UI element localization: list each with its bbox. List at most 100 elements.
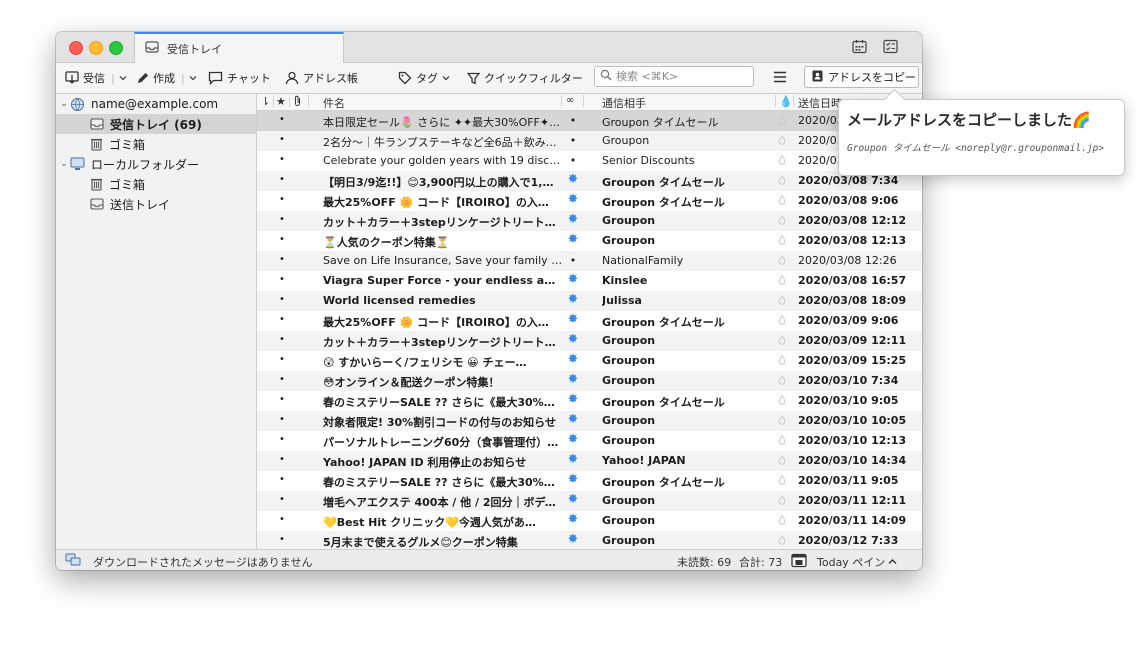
unread-star-icon[interactable]: ✸	[565, 472, 581, 487]
unread-star-icon[interactable]: ✸	[565, 432, 581, 447]
table-row[interactable]: • 😲 すかいらーく/フェリシモ 😀 チェー… ✸ Groupon 2020/03/09…	[257, 351, 922, 371]
junk-status-icon[interactable]	[778, 435, 786, 448]
calendar-icon[interactable]	[852, 39, 867, 57]
read-dot-icon[interactable]: •	[565, 254, 581, 267]
table-row[interactable]: • 💛Best Hit クリニック💛今週人気があ… ✸ Groupon 2020/03/…	[257, 511, 922, 531]
table-row[interactable]: • 対象者限定! 30%割引コードの付与のお知らせ ✸ Groupon 2020/03/…	[257, 411, 922, 431]
table-row[interactable]: • 春のミステリーSALE ?? さらに《最大30%O… ✸ Groupon タイムセ…	[257, 471, 922, 491]
unread-star-icon[interactable]: ✸	[565, 212, 581, 227]
table-row[interactable]: • ⏳人気のクーポン特集⏳ ✸ Groupon 2020/03/08 12:13	[257, 231, 922, 251]
folder-sent[interactable]: 送信トレイ	[56, 194, 256, 214]
junk-status-icon[interactable]	[778, 495, 786, 508]
junk-status-icon[interactable]	[778, 535, 786, 548]
read-dot-icon[interactable]: •	[565, 114, 581, 127]
junk-status-icon[interactable]	[778, 275, 786, 288]
table-row[interactable]: • Viagra Super Force - your endless abili…	[257, 271, 922, 291]
read-status-dot[interactable]: •	[279, 254, 285, 265]
minimize-window-button[interactable]	[89, 41, 103, 55]
junk-status-icon[interactable]	[778, 455, 786, 468]
table-row[interactable]: • 2名分〜｜牛ランプステーキなど全6品＋飲み… • Groupon 2020/03/0…	[257, 131, 922, 151]
unread-star-icon[interactable]: ✸	[565, 392, 581, 407]
read-status-dot[interactable]: •	[279, 114, 285, 125]
attachment-column-icon[interactable]	[293, 95, 302, 110]
local-folders-item[interactable]: ⌄ ローカルフォルダー	[56, 154, 256, 174]
junk-status-icon[interactable]	[778, 175, 786, 188]
read-status-dot[interactable]: •	[279, 194, 285, 205]
junk-status-icon[interactable]	[778, 315, 786, 328]
table-row[interactable]: • 春のミステリーSALE ?? さらに《最大30%O… ✸ Groupon タイムセ…	[257, 391, 922, 411]
read-status-dot[interactable]: •	[279, 374, 285, 385]
read-status-dot[interactable]: •	[279, 294, 285, 305]
table-row[interactable]: • カット＋カラー＋3stepリンケージトリート… ✸ Groupon 2020/03/…	[257, 331, 922, 351]
table-row[interactable]: • 😳オンライン＆配送クーポン特集！ ✸ Groupon 2020/03/10 7:34	[257, 371, 922, 391]
folder-inbox[interactable]: 受信トレイ (69)	[56, 114, 256, 134]
read-status-dot[interactable]: •	[279, 514, 285, 525]
subject-column-header[interactable]: 件名	[323, 95, 345, 111]
get-messages-button[interactable]: 受信 |	[65, 69, 127, 87]
read-status-dot[interactable]: •	[279, 334, 285, 345]
today-pane-toggle[interactable]: Today ペイン	[817, 554, 885, 570]
junk-status-icon[interactable]	[778, 395, 786, 408]
unread-star-icon[interactable]: ✸	[565, 272, 581, 287]
table-row[interactable]: • 5月末まで使えるグルメ😊クーポン特集 ✸ Groupon 2020/03/12 7:…	[257, 531, 922, 549]
folder-local-trash[interactable]: ゴミ箱	[56, 174, 256, 194]
unread-star-icon[interactable]: ✸	[565, 332, 581, 347]
unread-star-icon[interactable]: ✸	[565, 172, 581, 187]
folder-trash[interactable]: ゴミ箱	[56, 134, 256, 154]
close-window-button[interactable]	[69, 41, 83, 55]
read-status-dot[interactable]: •	[279, 394, 285, 405]
junk-status-icon[interactable]	[778, 195, 786, 208]
chat-button[interactable]: チャット	[208, 69, 271, 87]
unread-star-icon[interactable]: ✸	[565, 312, 581, 327]
zoom-window-button[interactable]	[109, 41, 123, 55]
copy-address-button[interactable]: アドレスをコピー	[804, 66, 919, 88]
unread-star-icon[interactable]: ✸	[565, 192, 581, 207]
chevron-up-icon[interactable]	[888, 555, 897, 568]
tag-button[interactable]: タグ	[398, 69, 450, 87]
date-column-header[interactable]: 送信日時	[798, 95, 842, 111]
address-book-button[interactable]: アドレス帳	[285, 69, 358, 87]
table-row[interactable]: • Yahoo! JAPAN ID 利用停止のお知らせ ✸ Yahoo! JAPAN 2…	[257, 451, 922, 471]
read-dot-icon[interactable]: •	[565, 154, 581, 167]
table-row[interactable]: • 本日限定セール🌷 さらに ✦✦最大30%OFF✦… • Groupon タイムセー…	[257, 111, 922, 131]
read-status-dot[interactable]: •	[279, 414, 285, 425]
read-status-dot[interactable]: •	[279, 174, 285, 185]
junk-status-icon[interactable]	[778, 515, 786, 528]
table-row[interactable]: • 最大25%OFF 🌼 コード【IROIRO】の入… ✸ Groupon タイムセー…	[257, 191, 922, 211]
account-item[interactable]: ⌄ name@example.com	[56, 94, 256, 114]
junk-status-icon[interactable]	[778, 215, 786, 228]
junk-status-icon[interactable]	[778, 115, 786, 128]
chevron-down-icon[interactable]	[189, 75, 197, 81]
read-status-dot[interactable]: •	[279, 434, 285, 445]
thread-column-icon[interactable]: ⇂	[261, 95, 270, 108]
unread-star-icon[interactable]: ✸	[565, 512, 581, 527]
read-status-dot[interactable]: •	[279, 214, 285, 225]
unread-star-icon[interactable]: ✸	[565, 452, 581, 467]
read-dot-icon[interactable]: •	[565, 134, 581, 147]
table-row[interactable]: • カット＋カラー＋3stepリンケージトリート… ✸ Groupon 2020/03/…	[257, 211, 922, 231]
read-status-dot[interactable]: •	[279, 354, 285, 365]
search-box[interactable]	[594, 66, 754, 87]
read-status-dot[interactable]: •	[279, 154, 285, 165]
read-status-dot[interactable]: •	[279, 134, 285, 145]
read-status-dot[interactable]: •	[279, 234, 285, 245]
compose-button[interactable]: 作成 |	[136, 69, 197, 87]
unread-star-icon[interactable]: ✸	[565, 532, 581, 547]
search-input[interactable]	[616, 70, 746, 83]
junk-status-icon[interactable]	[778, 295, 786, 308]
read-status-dot[interactable]: •	[279, 534, 285, 545]
junk-column-icon[interactable]: 💧	[779, 95, 793, 108]
quick-filter-button[interactable]: クイックフィルター	[467, 69, 583, 87]
today-calendar-icon[interactable]	[791, 552, 807, 570]
table-row[interactable]: • Save on Life Insurance, Save your famil…	[257, 251, 922, 271]
junk-status-icon[interactable]	[778, 135, 786, 148]
chevron-down-icon[interactable]	[119, 75, 127, 81]
tab-inbox[interactable]: 受信トレイ	[134, 32, 344, 63]
table-row[interactable]: • 【明日3/9迄!!】😊3,900円以上の購入で1,… ✸ Groupon タイムセ…	[257, 171, 922, 191]
table-row[interactable]: • パーソナルトレーニング60分（食事管理付）… ✸ Groupon 2020/03/1…	[257, 431, 922, 451]
unread-star-icon[interactable]: ✸	[565, 492, 581, 507]
read-status-dot[interactable]: •	[279, 454, 285, 465]
read-status-dot[interactable]: •	[279, 474, 285, 485]
read-status-dot[interactable]: •	[279, 314, 285, 325]
unread-star-icon[interactable]: ✸	[565, 292, 581, 307]
